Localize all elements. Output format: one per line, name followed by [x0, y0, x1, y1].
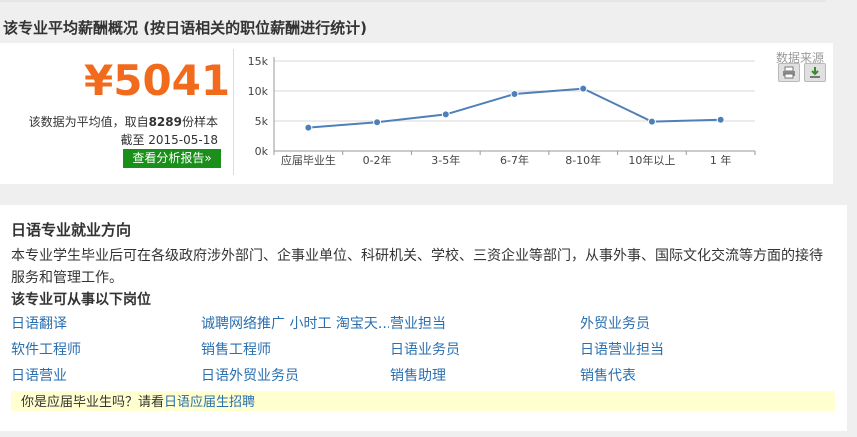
- y-tick-label: 10k: [248, 85, 269, 98]
- job-link[interactable]: 诚聘网络推广 小时工 淘宝天...: [201, 313, 389, 333]
- data-point: [579, 84, 588, 93]
- x-tick-label: 1 年: [710, 153, 732, 167]
- x-tick-label: 3-5年: [431, 153, 460, 167]
- job-link[interactable]: 日语翻译: [11, 313, 67, 333]
- view-report-button[interactable]: 查看分析报告»: [123, 149, 221, 168]
- sample-count: 8289: [148, 115, 182, 129]
- sample-note-prefix: 该数据为平均值，取自: [28, 115, 149, 129]
- sample-note: 该数据为平均值，取自8289份样本: [29, 113, 218, 130]
- average-salary: ¥5041: [84, 56, 231, 105]
- data-point: [510, 90, 519, 98]
- data-point: [716, 115, 725, 124]
- direction-title: 日语专业就业方向: [11, 221, 132, 239]
- job-link[interactable]: 日语业务员: [390, 339, 460, 359]
- salary-line-chart: 0k 5k 10k 15k 应届毕业生 0-2年 3-5年 6-7年 8-10年 10年以上 1 年: [248, 55, 756, 167]
- job-link[interactable]: 销售助理: [390, 365, 446, 385]
- job-link[interactable]: 日语营业: [11, 365, 67, 385]
- date-note: 截至 2015-05-18: [120, 133, 218, 147]
- y-tick-label: 15k: [248, 55, 269, 68]
- job-link[interactable]: 软件工程师: [11, 339, 81, 359]
- salary-panel: ¥5041 该数据为平均值，取自8289份样本 截至 2015-05-18 查看…: [0, 43, 833, 184]
- job-link[interactable]: 外贸业务员: [580, 313, 650, 333]
- data-point: [647, 117, 656, 126]
- job-link[interactable]: 日语外贸业务员: [201, 365, 299, 385]
- employment-direction-panel: 日语专业就业方向 本专业学生毕业后可在各级政府涉外部门、企事业单位、科研机关、学…: [0, 205, 847, 431]
- x-tick-label: 6-7年: [500, 153, 529, 167]
- positions-title: 该专业可从事以下岗位: [11, 292, 151, 308]
- download-icon[interactable]: [804, 63, 826, 82]
- job-link[interactable]: 日语营业担当: [580, 339, 664, 359]
- job-link[interactable]: 营业担当: [390, 313, 446, 333]
- y-tick-label: 5k: [255, 115, 269, 128]
- top-border: [0, 0, 826, 2]
- graduate-question: 你是应届毕业生吗？请看: [21, 395, 165, 410]
- x-tick-label: 0-2年: [363, 153, 392, 167]
- section-title: 该专业平均薪酬概况 (按日语相关的职位薪酬进行统计): [3, 19, 367, 37]
- x-tick-label: 10年以上: [628, 153, 675, 167]
- data-point: [304, 123, 313, 132]
- x-tick-label: 应届毕业生: [281, 153, 336, 167]
- job-link[interactable]: 销售代表: [580, 365, 636, 385]
- data-point: [441, 110, 450, 119]
- direction-description: 本专业学生毕业后可在各级政府涉外部门、企事业单位、科研机关、学校、三资企业等部门…: [11, 248, 823, 286]
- job-link[interactable]: 销售工程师: [201, 339, 271, 359]
- data-point: [373, 118, 382, 127]
- x-tick-label: 8-10年: [565, 153, 601, 167]
- graduate-jobs-link[interactable]: 日语应届生招聘: [164, 395, 255, 410]
- divider: [233, 49, 234, 175]
- sample-note-suffix: 份样本: [181, 115, 218, 129]
- y-tick-label: 0k: [255, 145, 269, 158]
- print-icon[interactable]: [778, 63, 800, 82]
- graduate-tip-bar: 你是应届毕业生吗？请看日语应届生招聘: [11, 391, 835, 411]
